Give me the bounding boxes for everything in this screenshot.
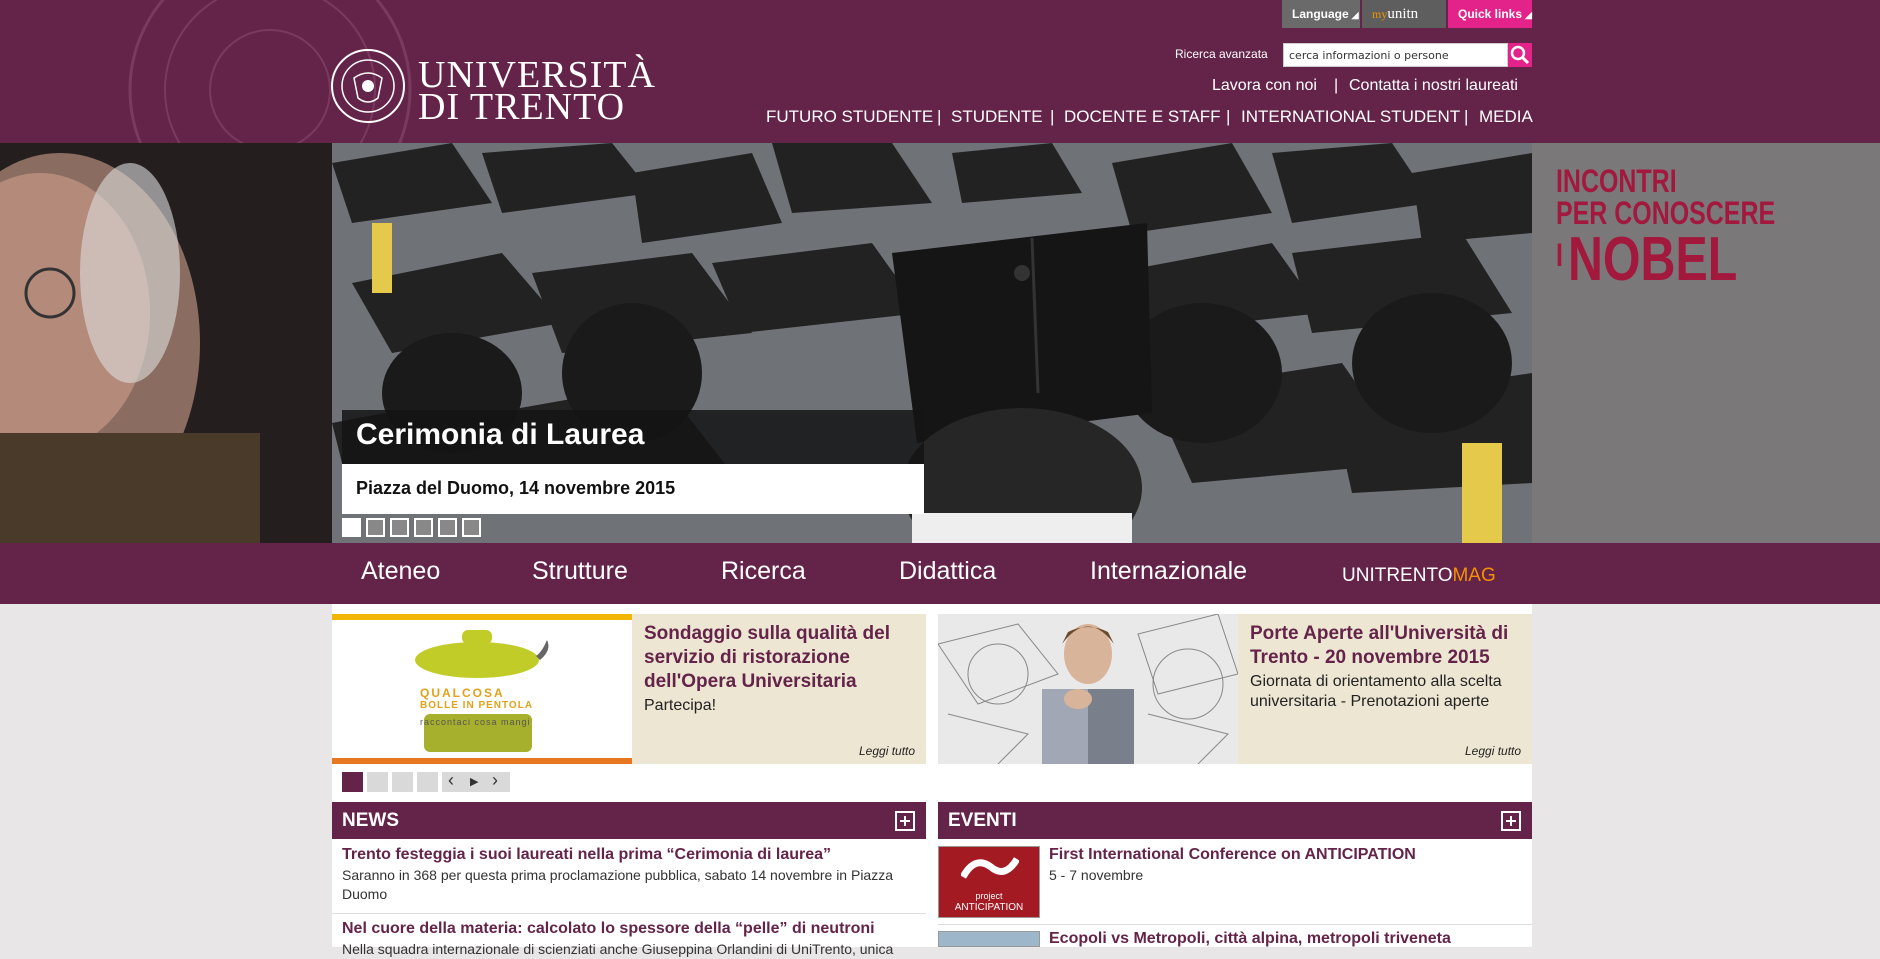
promo-dot-1[interactable] — [342, 772, 363, 792]
news-item-1-title[interactable]: Trento festeggia i suoi laureati nella p… — [342, 845, 922, 865]
play-icon[interactable]: ▶ — [470, 775, 478, 788]
news-expand-button[interactable] — [895, 811, 915, 831]
search-input[interactable] — [1283, 43, 1508, 67]
logo-text-line2[interactable]: DI TRENTO — [418, 88, 625, 126]
work-with-us-link[interactable]: Lavora con noi — [1212, 77, 1317, 95]
nobel-banner[interactable]: INCONTRI PER CONOSCERE I NOBEL — [1532, 143, 1880, 543]
slide-dot-2[interactable] — [366, 518, 385, 537]
language-label: Language — [1292, 7, 1349, 21]
read-more-survey[interactable]: Leggi tutto — [859, 744, 915, 758]
nav-separator: | — [1464, 107, 1469, 126]
events-expand-button[interactable] — [1501, 811, 1521, 831]
link-separator: | — [1334, 77, 1339, 94]
promo-image-line2: BOLLE IN PENTOLA — [420, 700, 534, 711]
nobel-banner-line3: I — [1556, 237, 1563, 273]
slide-dot-4[interactable] — [414, 518, 433, 537]
triangle-icon: ◢ — [1351, 10, 1359, 20]
event-thumb-ecopoli[interactable] — [938, 931, 1040, 947]
nav-faculty-staff[interactable]: DOCENTE E STAFF — [1064, 107, 1220, 127]
news-item-1-desc: Saranno in 368 per questa prima proclama… — [342, 867, 894, 902]
promo-desc-survey: Partecipa! — [644, 697, 717, 714]
chevron-left-icon[interactable]: ‹ — [448, 770, 454, 791]
nav-didattica[interactable]: Didattica — [899, 557, 996, 586]
unitrento-mag-link[interactable]: UNITRENTOMAG — [1342, 565, 1496, 587]
search-icon — [1510, 45, 1530, 65]
nav-separator: | — [1050, 107, 1055, 126]
nav-internazionale[interactable]: Internazionale — [1090, 557, 1247, 586]
hero-side-left-image — [0, 143, 332, 543]
hero-title[interactable]: Cerimonia di Laurea — [342, 410, 924, 464]
event-thumb-line1: project — [975, 891, 1003, 901]
event-thumb-line2: ANTICIPATION — [954, 902, 1024, 913]
advanced-search-link[interactable]: Ricerca avanzata — [1175, 47, 1268, 61]
promo-image-line1: QUALCOSA — [420, 686, 505, 700]
triangle-icon: ◢ — [1525, 10, 1532, 20]
promo-image-survey[interactable]: QUALCOSA BOLLE IN PENTOLA raccontaci cos… — [332, 614, 632, 764]
contact-graduates-link[interactable]: Contatta i nostri laureati — [1349, 77, 1518, 95]
mag-prefix: UNITRENTO — [1342, 565, 1453, 586]
promo-dot-3[interactable] — [392, 772, 413, 792]
events-header-label: EVENTI — [948, 810, 1017, 831]
promo-dot-4[interactable] — [417, 772, 438, 792]
slide-dot-6[interactable] — [462, 518, 481, 537]
mag-suffix: MAG — [1452, 565, 1496, 586]
read-more-open-day[interactable]: Leggi tutto — [1465, 744, 1521, 758]
nav-international-student[interactable]: INTERNATIONAL STUDENT — [1241, 107, 1460, 127]
promo-dot-2[interactable] — [367, 772, 388, 792]
nav-media[interactable]: MEDIA — [1479, 107, 1533, 127]
plus-icon — [900, 816, 910, 826]
language-tab[interactable]: Language ◢ — [1282, 0, 1360, 28]
events-header: EVENTI — [938, 802, 1532, 839]
chevron-right-icon[interactable]: › — [492, 770, 498, 791]
student-sketch-image — [938, 614, 1238, 764]
hero-subtitle: Piazza del Duomo, 14 novembre 2015 — [342, 464, 924, 514]
slide-dot-5[interactable] — [438, 518, 457, 537]
event-item-2-title[interactable]: Ecopoli vs Metropoli, città alpina, metr… — [1049, 929, 1519, 949]
university-seal-icon[interactable] — [330, 48, 406, 124]
event-item-1-desc: 5 - 7 novembre — [1049, 867, 1144, 883]
event-item-1-title[interactable]: First International Conference on ANTICI… — [1049, 845, 1519, 865]
nav-separator: | — [937, 107, 942, 126]
quick-links-tab[interactable]: Quick links ◢ — [1448, 0, 1532, 28]
slide-dot-3[interactable] — [390, 518, 409, 537]
nobel-banner-line1: INCONTRI — [1556, 163, 1677, 199]
nav-strutture[interactable]: Strutture — [532, 557, 628, 586]
anticipation-logo-icon — [961, 857, 1019, 879]
slide-dot-1[interactable] — [342, 518, 361, 537]
promo-image-line3: raccontaci cosa mangi — [420, 717, 531, 727]
promo-title-open-day[interactable]: Porte Aperte all'Università di Trento - … — [1250, 622, 1520, 670]
promo-desc-open-day: Giornata di orientamento alla scelta uni… — [1250, 673, 1502, 710]
news-header: NEWS — [332, 802, 926, 839]
nav-student[interactable]: STUDENTE — [951, 107, 1043, 127]
promo-title-survey[interactable]: Sondaggio sulla qualità del servizio di … — [644, 622, 914, 694]
nav-future-student[interactable]: FUTURO STUDENTE — [766, 107, 933, 127]
promo-image-open-day[interactable] — [938, 614, 1238, 764]
events-separator — [938, 924, 1532, 925]
myunitn-tab[interactable]: myunitn — [1362, 0, 1446, 28]
search-button[interactable] — [1508, 43, 1532, 67]
nobel-banner-line4: NOBEL — [1568, 225, 1738, 294]
myunitn-suffix: unitn — [1387, 6, 1419, 22]
nav-ricerca[interactable]: Ricerca — [721, 557, 806, 586]
news-separator — [332, 913, 926, 914]
news-item-2-title[interactable]: Nel cuore della materia: calcolato lo sp… — [342, 919, 922, 939]
nav-separator: | — [1226, 107, 1231, 126]
myunitn-prefix: my — [1372, 7, 1388, 21]
nav-ateneo[interactable]: Ateneo — [361, 557, 440, 586]
news-item-2-desc: Nella squadra internazionale di scienzia… — [342, 941, 894, 957]
news-header-label: NEWS — [342, 810, 399, 831]
quick-links-label: Quick links — [1458, 7, 1523, 21]
event-thumb-anticipation[interactable]: project ANTICIPATION — [938, 846, 1040, 918]
promo-controls: ‹ ▶ › — [442, 770, 510, 792]
plus-icon — [1506, 816, 1516, 826]
